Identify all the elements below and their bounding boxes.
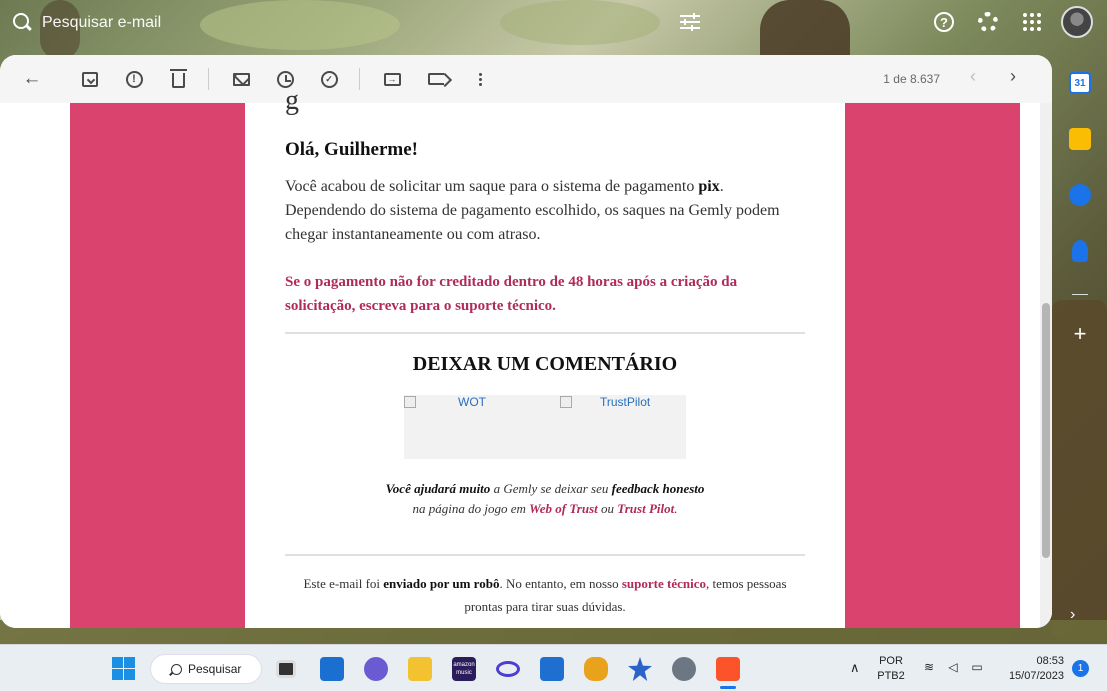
keep-icon[interactable] — [1069, 128, 1091, 150]
email-greeting: Olá, Guilherme! — [285, 139, 418, 160]
wot-badge-link[interactable]: WOT — [404, 395, 486, 409]
divider — [285, 554, 805, 556]
link-app-icon[interactable] — [496, 661, 520, 677]
star-app-icon[interactable] — [628, 657, 652, 681]
search-icon[interactable] — [12, 12, 34, 34]
active-app-indicator — [720, 686, 736, 689]
amazon-music-icon[interactable]: amazon music — [452, 657, 476, 681]
top-right-actions: ? — [929, 6, 1093, 38]
older-button[interactable]: ‹ — [970, 66, 976, 87]
taskbar-search[interactable]: Pesquisar — [150, 654, 262, 684]
windows-taskbar: Pesquisar amazon music ∧ POR PTB2 ≋ ◁ ▭ 0… — [0, 644, 1107, 691]
keyboard-language[interactable]: POR PTB2 — [870, 654, 912, 684]
mark-unread-icon — [232, 72, 250, 86]
divider — [285, 332, 805, 334]
toolbar-divider — [359, 68, 360, 90]
widgets-icon[interactable] — [320, 657, 344, 681]
contacts-icon[interactable] — [1072, 240, 1088, 262]
file-explorer-icon[interactable] — [408, 657, 432, 681]
mail-panel: ! ✓ → 1 de 8.637 ‹ › g Olá, Guilherme! V… — [0, 55, 1052, 628]
warning-text: Se o pagamento não for creditado dentro … — [285, 274, 738, 314]
spam-icon: ! — [125, 70, 143, 88]
support-link[interactable]: suporte técnico — [622, 576, 706, 591]
search-icon — [171, 663, 182, 675]
side-divider — [1072, 294, 1088, 295]
message-toolbar: ! ✓ → 1 de 8.637 ‹ › — [0, 55, 1052, 103]
trustpilot-badge-link[interactable]: TrustPilot — [560, 395, 650, 409]
report-spam-button[interactable]: ! — [122, 67, 146, 91]
newer-button[interactable]: › — [1010, 66, 1016, 87]
email-side-band-right — [845, 103, 1020, 628]
footer-text: Este e-mail foi enviado por um robô. No … — [303, 576, 787, 614]
more-button[interactable] — [468, 67, 492, 91]
label-button[interactable] — [424, 67, 448, 91]
settings-button[interactable] — [973, 7, 1003, 37]
email-side-band-left — [70, 103, 245, 628]
clock[interactable]: 08:53 15/07/2023 — [1000, 654, 1064, 684]
broken-image-icon — [404, 396, 416, 408]
start-button[interactable] — [112, 657, 135, 680]
more-icon — [478, 72, 482, 86]
wifi-icon[interactable]: ≋ — [922, 660, 936, 674]
help-button[interactable]: ? — [929, 7, 959, 37]
cut-off-heading: g — [285, 85, 299, 116]
scrollbar-thumb[interactable] — [1042, 303, 1050, 558]
back-icon — [23, 68, 42, 90]
archive-icon — [82, 71, 98, 87]
trust-pilot-link[interactable]: Trust Pilot — [617, 501, 674, 516]
trash-icon — [169, 69, 187, 88]
pager-count: 1 de 8.637 — [883, 72, 940, 86]
calendar-icon[interactable]: 31 — [1069, 72, 1091, 94]
move-to-icon: → — [383, 72, 401, 86]
volume-icon[interactable]: ◁ — [946, 660, 960, 674]
back-button[interactable] — [20, 67, 44, 91]
label-icon — [428, 73, 444, 85]
tray-overflow-icon[interactable]: ∧ — [850, 660, 860, 676]
gear-icon — [978, 12, 998, 32]
email-canvas: g Olá, Guilherme! Você acabou de solicit… — [0, 85, 1052, 628]
archive-button[interactable] — [78, 67, 102, 91]
help-icon: ? — [934, 12, 954, 32]
feedback-request-text: Você ajudará muito a Gemly se deixar seu… — [385, 481, 705, 516]
delete-button[interactable] — [166, 67, 190, 91]
brave-browser-icon[interactable] — [716, 657, 740, 681]
add-addon-button[interactable]: + — [1070, 323, 1090, 345]
mark-unread-button[interactable] — [229, 67, 253, 91]
notification-badge[interactable]: 1 — [1072, 660, 1089, 677]
toolbar-divider — [208, 68, 209, 90]
comment-heading: DEIXAR UM COMENTÁRIO — [412, 353, 678, 375]
task-view-icon[interactable] — [276, 660, 296, 678]
store-icon[interactable] — [540, 657, 564, 681]
review-badges: WOT TrustPilot — [404, 395, 686, 459]
move-to-button[interactable]: → — [380, 67, 404, 91]
battery-icon[interactable]: ▭ — [970, 660, 984, 674]
tasks-icon[interactable] — [1069, 184, 1091, 206]
filter-icon[interactable] — [680, 13, 702, 31]
avatar[interactable] — [1061, 6, 1093, 38]
add-task-button[interactable]: ✓ — [317, 67, 341, 91]
top-bar: ? — [0, 0, 1107, 48]
email-body: g Olá, Guilherme! Você acabou de solicit… — [245, 85, 845, 628]
teams-icon[interactable] — [364, 657, 388, 681]
scrollbar[interactable] — [1040, 103, 1052, 628]
broken-image-icon — [560, 396, 572, 408]
web-of-trust-link[interactable]: Web of Trust — [529, 501, 598, 516]
email-paragraph: Você acabou de solicitar um saque para o… — [285, 178, 780, 243]
add-task-icon: ✓ — [320, 70, 338, 88]
expand-side-panel-icon[interactable]: › — [1070, 606, 1075, 624]
settings-app-icon[interactable] — [672, 657, 696, 681]
apps-icon — [1023, 13, 1041, 31]
apps-button[interactable] — [1017, 7, 1047, 37]
game-app-icon[interactable] — [584, 657, 608, 681]
background-foliage — [1052, 300, 1107, 640]
search-area — [0, 0, 720, 46]
search-input[interactable] — [42, 14, 602, 32]
system-tray: ≋ ◁ ▭ — [922, 660, 984, 674]
payment-system-name: pix — [698, 178, 720, 195]
